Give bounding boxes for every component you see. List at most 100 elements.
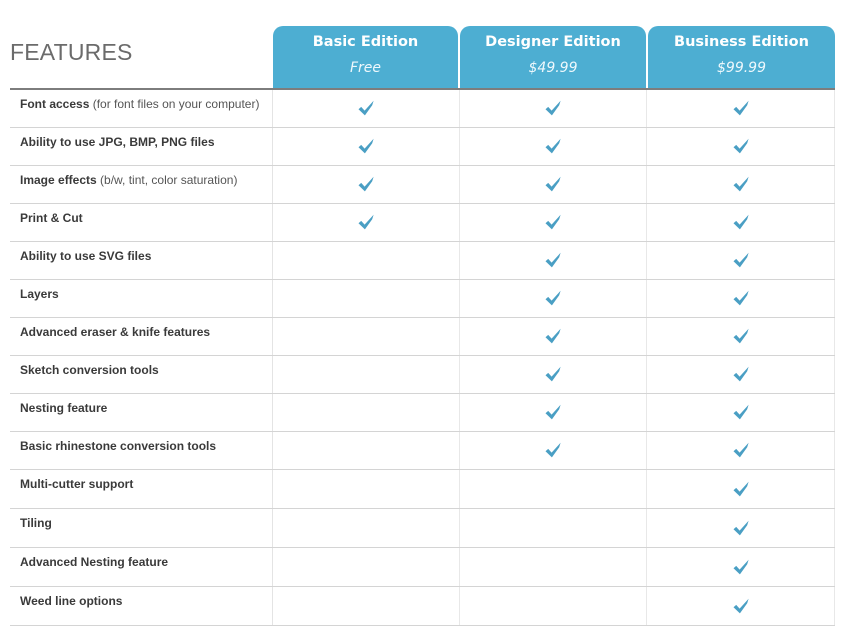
feature-row: Advanced eraser & knife features bbox=[10, 318, 835, 356]
feature-cell-designer bbox=[460, 470, 647, 508]
feature-row: Advanced Nesting feature bbox=[10, 548, 835, 587]
plan-header-basic[interactable]: Basic Edition Free bbox=[273, 26, 458, 88]
plan-name: Business Edition bbox=[674, 34, 809, 50]
feature-label: Font access (for font files on your comp… bbox=[10, 90, 273, 127]
feature-cell-basic bbox=[273, 432, 460, 469]
feature-cell-basic bbox=[273, 318, 460, 355]
feature-name: Nesting feature bbox=[20, 401, 108, 415]
plan-header-business[interactable]: Business Edition $99.99 bbox=[648, 26, 835, 88]
checkmark-icon bbox=[356, 212, 376, 232]
feature-note: (for font files on your computer) bbox=[92, 97, 260, 111]
feature-name: Layers bbox=[20, 287, 59, 301]
feature-row: Tiling bbox=[10, 509, 835, 548]
feature-name: Sketch conversion tools bbox=[20, 363, 159, 377]
feature-name: Basic rhinestone conversion tools bbox=[20, 439, 217, 453]
feature-cell-designer bbox=[460, 432, 647, 469]
feature-cell-designer bbox=[460, 356, 647, 393]
feature-cell-basic bbox=[273, 204, 460, 241]
checkmark-icon bbox=[543, 174, 563, 194]
checkmark-icon bbox=[543, 136, 563, 156]
feature-label: Nesting feature bbox=[10, 394, 273, 431]
feature-name: Image effects bbox=[20, 173, 97, 187]
feature-row: Basic rhinestone conversion tools bbox=[10, 432, 835, 470]
feature-cell-designer bbox=[460, 166, 647, 203]
feature-label: Advanced eraser & knife features bbox=[10, 318, 273, 355]
feature-label: Advanced Nesting feature bbox=[10, 548, 273, 586]
feature-cell-basic bbox=[273, 394, 460, 431]
feature-cell-business bbox=[647, 128, 835, 165]
feature-label: Print & Cut bbox=[10, 204, 273, 241]
plan-name: Basic Edition bbox=[312, 34, 419, 50]
feature-row: Sketch conversion tools bbox=[10, 356, 835, 394]
feature-cell-designer bbox=[460, 318, 647, 355]
feature-cell-designer bbox=[460, 242, 647, 279]
feature-cell-business bbox=[647, 280, 835, 317]
checkmark-icon bbox=[731, 288, 751, 308]
checkmark-icon bbox=[543, 250, 563, 270]
feature-label: Ability to use JPG, BMP, PNG files bbox=[10, 128, 273, 165]
checkmark-icon bbox=[731, 557, 751, 577]
feature-name: Ability to use JPG, BMP, PNG files bbox=[20, 135, 215, 149]
checkmark-icon bbox=[543, 212, 563, 232]
feature-cell-basic bbox=[273, 509, 460, 547]
feature-row: Image effects (b/w, tint, color saturati… bbox=[10, 166, 835, 204]
feature-cell-basic bbox=[273, 470, 460, 508]
feature-cell-basic bbox=[273, 587, 460, 625]
feature-cell-basic bbox=[273, 90, 460, 127]
feature-cell-designer bbox=[460, 548, 647, 586]
feature-name: Ability to use SVG files bbox=[20, 249, 152, 263]
checkmark-icon bbox=[543, 402, 563, 422]
feature-cell-designer bbox=[460, 509, 647, 547]
feature-cell-business bbox=[647, 356, 835, 393]
checkmark-icon bbox=[356, 174, 376, 194]
feature-cell-business bbox=[647, 394, 835, 431]
checkmark-icon bbox=[543, 440, 563, 460]
feature-note: (b/w, tint, color saturation) bbox=[100, 173, 238, 187]
checkmark-icon bbox=[731, 402, 751, 422]
feature-name: Advanced eraser & knife features bbox=[20, 325, 211, 339]
checkmark-icon bbox=[731, 364, 751, 384]
feature-cell-basic bbox=[273, 280, 460, 317]
feature-name: Weed line options bbox=[20, 594, 123, 608]
plan-header-designer[interactable]: Designer Edition $49.99 bbox=[460, 26, 646, 88]
checkmark-icon bbox=[731, 440, 751, 460]
feature-cell-designer bbox=[460, 204, 647, 241]
feature-cell-business bbox=[647, 90, 835, 127]
feature-row: Ability to use SVG files bbox=[10, 242, 835, 280]
feature-cell-business bbox=[647, 587, 835, 625]
feature-cell-basic bbox=[273, 548, 460, 586]
plan-name: Designer Edition bbox=[485, 34, 621, 50]
feature-cell-business bbox=[647, 548, 835, 586]
table-header: FEATURES Basic Edition Free Designer Edi… bbox=[10, 26, 835, 88]
feature-cell-business bbox=[647, 318, 835, 355]
feature-cell-business bbox=[647, 166, 835, 203]
checkmark-icon bbox=[731, 212, 751, 232]
plan-price: $99.99 bbox=[717, 60, 766, 76]
plan-price: $49.99 bbox=[528, 60, 578, 76]
checkmark-icon bbox=[356, 98, 376, 118]
feature-label: Layers bbox=[10, 280, 273, 317]
checkmark-icon bbox=[731, 596, 751, 616]
feature-cell-designer bbox=[460, 587, 647, 625]
feature-cell-basic bbox=[273, 242, 460, 279]
feature-cell-basic bbox=[273, 356, 460, 393]
feature-name: Font access bbox=[20, 97, 90, 111]
feature-label: Image effects (b/w, tint, color saturati… bbox=[10, 166, 273, 203]
checkmark-icon bbox=[543, 288, 563, 308]
feature-cell-business bbox=[647, 470, 835, 508]
checkmark-icon bbox=[731, 98, 751, 118]
feature-name: Multi-cutter support bbox=[20, 477, 134, 491]
feature-cell-designer bbox=[460, 128, 647, 165]
checkmark-icon bbox=[731, 326, 751, 346]
feature-row: Layers bbox=[10, 280, 835, 318]
pricing-comparison-table: FEATURES Basic Edition Free Designer Edi… bbox=[10, 26, 835, 626]
feature-cell-business bbox=[647, 432, 835, 469]
feature-rows: Font access (for font files on your comp… bbox=[10, 90, 835, 626]
checkmark-icon bbox=[731, 250, 751, 270]
feature-label: Basic rhinestone conversion tools bbox=[10, 432, 273, 469]
feature-cell-business bbox=[647, 204, 835, 241]
feature-label: Weed line options bbox=[10, 587, 273, 625]
feature-cell-designer bbox=[460, 280, 647, 317]
feature-row: Print & Cut bbox=[10, 204, 835, 242]
feature-cell-basic bbox=[273, 128, 460, 165]
